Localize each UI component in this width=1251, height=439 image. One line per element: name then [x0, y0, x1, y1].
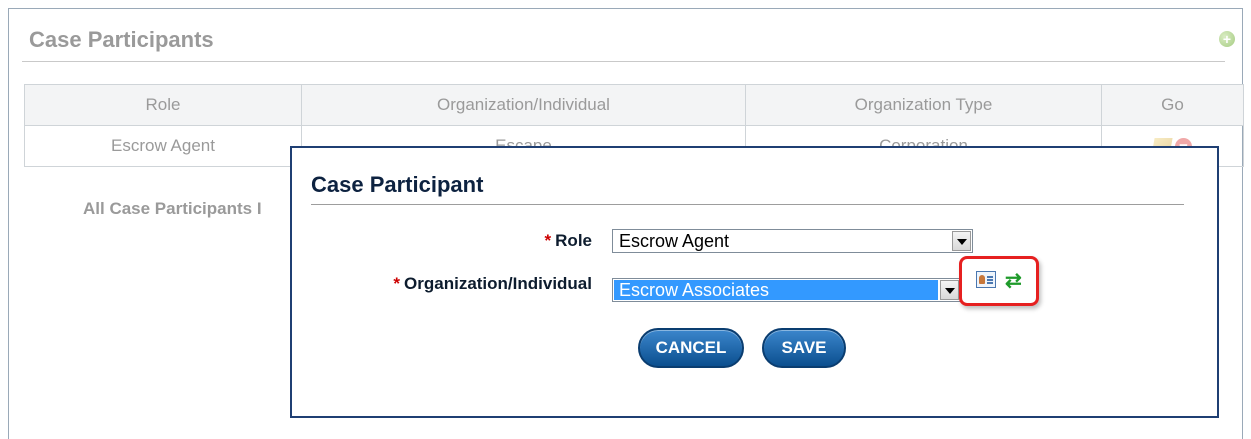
organization-label: * Organization/Individual — [352, 274, 592, 294]
panel-title: Case Participants — [29, 27, 214, 52]
role-select[interactable]: Escrow Agent — [612, 229, 973, 253]
cell-role: Escrow Agent — [24, 125, 302, 167]
dialog-title: Case Participant — [311, 172, 484, 197]
save-button[interactable]: SAVE — [762, 328, 846, 368]
column-header-organization[interactable]: Organization/Individual — [301, 84, 746, 126]
cancel-button[interactable]: CANCEL — [638, 328, 744, 368]
table-header-row: Role Organization/Individual Organizatio… — [24, 84, 1244, 126]
column-header-role[interactable]: Role — [24, 84, 302, 126]
role-label-text: Role — [555, 231, 592, 250]
chevron-down-icon[interactable] — [952, 231, 971, 251]
organization-actions-highlight: ⇄ — [959, 256, 1039, 306]
required-marker: * — [544, 231, 552, 250]
add-participant-icon[interactable]: + — [1219, 31, 1235, 47]
panel-divider — [22, 61, 1225, 62]
all-participants-link[interactable]: All Case Participants I — [83, 199, 262, 219]
dialog-divider — [311, 204, 1184, 205]
case-participant-dialog: Case Participant * Role Escrow Agent * Org… — [290, 146, 1219, 418]
role-select-value: Escrow Agent — [619, 231, 730, 251]
column-header-go: Go — [1101, 84, 1244, 126]
refresh-icon[interactable]: ⇄ — [1005, 268, 1022, 293]
organization-label-text: Organization/Individual — [404, 274, 592, 293]
organization-select[interactable]: Escrow Associates — [612, 278, 961, 302]
organization-select-value: Escrow Associates — [614, 280, 938, 300]
column-header-organization-type[interactable]: Organization Type — [745, 84, 1102, 126]
chevron-down-icon[interactable] — [940, 280, 959, 300]
required-marker: * — [393, 274, 401, 293]
contact-card-icon[interactable] — [976, 271, 996, 288]
role-label: * Role — [522, 231, 592, 251]
